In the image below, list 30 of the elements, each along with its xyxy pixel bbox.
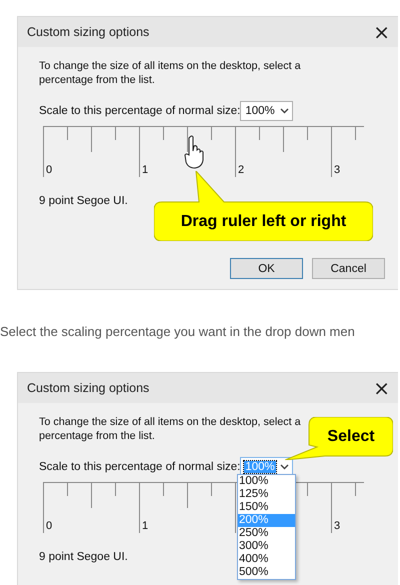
- scale-label: Scale to this percentage of normal size:: [39, 461, 240, 473]
- chevron-down-icon: [280, 464, 289, 470]
- ruler-label: 3: [333, 520, 340, 532]
- description-text: To change the size of all items on the desktop, select a percentage from the list.: [39, 59, 302, 87]
- dropdown-option[interactable]: 400%: [238, 553, 295, 566]
- dropdown-option[interactable]: 500%: [238, 566, 295, 579]
- dropdown-option[interactable]: 100%: [238, 475, 295, 488]
- dropdown-option[interactable]: 300%: [238, 540, 295, 553]
- scale-label: Scale to this percentage of normal size:: [39, 105, 240, 117]
- description-text: To change the size of all items on the desktop, select a percentage from the list.: [39, 415, 302, 443]
- font-note: 9 point Segoe UI.: [39, 551, 128, 563]
- font-note: 9 point Segoe UI.: [39, 195, 128, 207]
- caption-text: Select the scaling percentage you want in the drop down men: [0, 324, 356, 341]
- ruler-label: 1: [141, 520, 148, 532]
- ok-button[interactable]: OK: [230, 258, 303, 279]
- close-button[interactable]: ×: [373, 378, 390, 398]
- ruler-scale[interactable]: [43, 126, 364, 177]
- ruler-label: 0: [45, 520, 52, 532]
- dropdown-option[interactable]: 150%: [238, 501, 295, 514]
- hand-cursor-icon: [184, 135, 206, 169]
- dropdown-option[interactable]: 250%: [238, 527, 295, 540]
- ruler-label: 1: [141, 164, 148, 176]
- scale-dropdown[interactable]: 100%: [240, 101, 293, 121]
- window-title: Custom sizing options: [27, 381, 150, 395]
- dropdown-option[interactable]: 125%: [238, 488, 295, 501]
- window-title: Custom sizing options: [27, 25, 150, 39]
- chevron-down-icon: [280, 108, 289, 114]
- ruler-label: 0: [45, 164, 52, 176]
- close-button[interactable]: ×: [373, 22, 390, 42]
- cancel-button[interactable]: Cancel: [312, 258, 385, 279]
